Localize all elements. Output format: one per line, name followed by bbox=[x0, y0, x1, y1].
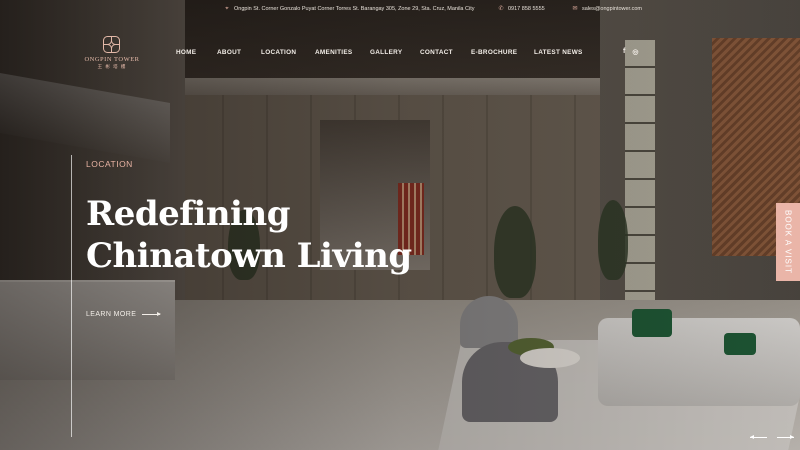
email-text[interactable]: sales@ongpintower.com bbox=[582, 6, 642, 12]
nav-amenities[interactable]: AMENITIES bbox=[315, 49, 353, 56]
envelope-icon: ✉ bbox=[572, 6, 578, 12]
hero-headline-line1: Redefining bbox=[86, 194, 290, 234]
logo-mark-icon bbox=[103, 36, 121, 54]
phone-icon: ✆ bbox=[498, 6, 504, 12]
phone-item[interactable]: ✆ 0917 858 5555 bbox=[498, 6, 545, 12]
slider-prev-arrow-icon[interactable] bbox=[750, 434, 767, 441]
address-text: Ongpin St. Corner Gonzalo Puyat Corner T… bbox=[234, 6, 475, 12]
learn-more-label[interactable]: LEARN MORE bbox=[86, 311, 136, 318]
address-item: ⌖ Ongpin St. Corner Gonzalo Puyat Corner… bbox=[224, 6, 475, 12]
nav-location[interactable]: LOCATION bbox=[261, 49, 296, 56]
instagram-icon[interactable]: ◎ bbox=[632, 48, 638, 56]
learn-more-link[interactable]: LEARN MORE bbox=[86, 311, 162, 318]
nav-e-brochure[interactable]: E-BROCHURE bbox=[471, 49, 517, 56]
book-a-visit-label[interactable]: BOOK A VISIT bbox=[784, 210, 793, 274]
logo[interactable]: ONGPIN TOWER 王 彬 塔 樓 bbox=[82, 36, 142, 70]
nav-latest-news[interactable]: LATEST NEWS bbox=[534, 49, 583, 56]
nav-home[interactable]: HOME bbox=[176, 49, 196, 56]
nav-gallery[interactable]: GALLERY bbox=[370, 49, 402, 56]
phone-text[interactable]: 0917 858 5555 bbox=[508, 6, 545, 12]
social-links: f ◎ bbox=[623, 48, 638, 56]
logo-name: ONGPIN TOWER bbox=[84, 56, 140, 63]
hero-divider-line bbox=[71, 155, 72, 437]
nav-about[interactable]: ABOUT bbox=[217, 49, 241, 56]
email-item[interactable]: ✉ sales@ongpintower.com bbox=[572, 6, 642, 12]
top-contact-bar: ⌖ Ongpin St. Corner Gonzalo Puyat Corner… bbox=[0, 6, 800, 20]
slider-next-arrow-icon[interactable] bbox=[777, 434, 794, 441]
hero-headline-line2: Chinatown Living bbox=[86, 236, 412, 276]
hero-headline: Redefining Chinatown Living bbox=[86, 193, 416, 277]
location-pin-icon: ⌖ bbox=[225, 6, 229, 12]
book-a-visit-tab[interactable]: BOOK A VISIT bbox=[776, 203, 800, 281]
nav-contact[interactable]: CONTACT bbox=[420, 49, 453, 56]
facebook-icon[interactable]: f bbox=[623, 48, 625, 56]
hero-eyebrow: LOCATION bbox=[86, 159, 133, 169]
arrow-right-icon bbox=[142, 312, 162, 316]
slider-controls bbox=[750, 434, 794, 441]
logo-sub: 王 彬 塔 樓 bbox=[97, 64, 127, 69]
